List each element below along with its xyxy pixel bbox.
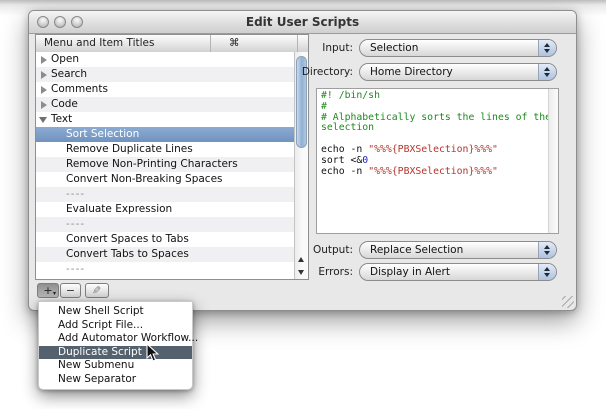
input-popup[interactable]: Selection	[359, 39, 557, 57]
add-script-menu: New Shell ScriptAdd Script File...Add Au…	[38, 301, 193, 390]
dropdown-caret-icon: ▾	[53, 291, 56, 297]
menu-item-add-automator-workflow[interactable]: Add Automator Workflow...	[39, 332, 192, 346]
list-row-label: Open	[51, 52, 79, 67]
errors-label: Errors:	[284, 263, 353, 281]
mouse-cursor-icon	[146, 343, 160, 363]
list-row-label: ----	[66, 217, 85, 232]
remove-script-button[interactable]: −	[60, 283, 81, 298]
list-row-label: Convert Non-Breaking Spaces	[66, 172, 223, 187]
menu-item-new-shell-script[interactable]: New Shell Script	[39, 305, 192, 319]
list-row[interactable]: Remove Duplicate Lines	[36, 142, 294, 157]
errors-popup-value: Display in Alert	[370, 264, 450, 280]
pencil-icon: ✎	[92, 284, 101, 297]
editor-scrollbar[interactable]	[548, 89, 558, 233]
input-label: Input:	[284, 39, 353, 57]
input-popup-value: Selection	[370, 40, 418, 56]
directory-popup-value: Home Directory	[370, 64, 453, 80]
errors-popup[interactable]: Display in Alert	[359, 263, 557, 281]
list-row[interactable]: Convert Spaces to Tabs	[36, 232, 294, 247]
list-row-label: Convert Spaces to Tabs	[66, 232, 189, 247]
popup-stepper-icon	[538, 40, 556, 56]
output-popup[interactable]: Replace Selection	[359, 241, 557, 259]
list-rows: OpenSearchCommentsCodeTextSort Selection…	[36, 52, 294, 279]
list-separator-row[interactable]: ----	[36, 262, 294, 277]
menu-item-duplicate-script[interactable]: Duplicate Script	[39, 346, 192, 360]
column-header-titles[interactable]: Menu and Item Titles	[36, 35, 211, 52]
list-row[interactable]: Convert Tabs to Spaces	[36, 247, 294, 262]
list-row[interactable]: Evaluate Expression	[36, 202, 294, 217]
popup-stepper-icon	[538, 242, 556, 258]
output-label: Output:	[284, 241, 353, 259]
edit-user-scripts-window: Edit User Scripts Menu and Item Titles ⌘…	[28, 10, 577, 311]
list-row[interactable]: Search	[36, 67, 294, 82]
menu-item-new-separator[interactable]: New Separator	[39, 373, 192, 387]
popup-stepper-icon	[538, 64, 556, 80]
disclosure-collapsed-icon[interactable]	[41, 101, 47, 109]
code-line: #! /bin/sh	[321, 91, 549, 102]
list-row[interactable]: Text	[36, 112, 294, 127]
popup-stepper-icon	[538, 264, 556, 280]
list-row-label: Comments	[51, 82, 108, 97]
minus-icon: −	[66, 284, 75, 297]
list-separator-row[interactable]: ----	[36, 217, 294, 232]
list-row[interactable]: Sort Selection	[36, 127, 294, 142]
list-row-label: Convert Tabs to Spaces	[66, 247, 189, 262]
disclosure-expanded-icon[interactable]	[39, 117, 47, 123]
menu-item-new-submenu[interactable]: New Submenu	[39, 359, 192, 373]
list-row-label: Sort Selection	[66, 127, 139, 142]
code-line: echo -n "%%%{PBXSelection}%%%"	[321, 167, 549, 178]
list-row[interactable]: Comments	[36, 82, 294, 97]
script-editor[interactable]: #! /bin/sh## Alphabetically sorts the li…	[316, 88, 559, 234]
titlebar[interactable]: Edit User Scripts	[29, 11, 576, 34]
output-popup-value: Replace Selection	[370, 242, 463, 258]
list-separator-row[interactable]: ----	[36, 187, 294, 202]
list-row[interactable]: Convert Non-Breaking Spaces	[36, 172, 294, 187]
disclosure-collapsed-icon[interactable]	[41, 56, 47, 64]
menu-item-add-script-file[interactable]: Add Script File...	[39, 319, 192, 333]
script-code[interactable]: #! /bin/sh## Alphabetically sorts the li…	[317, 89, 549, 233]
list-row[interactable]: Remove Non-Printing Characters	[36, 157, 294, 172]
list-row-label: Text	[51, 112, 72, 127]
edit-script-button[interactable]: ✎	[85, 283, 109, 298]
disclosure-collapsed-icon[interactable]	[41, 86, 47, 94]
resize-grip[interactable]	[562, 296, 574, 308]
list-row-label: Remove Duplicate Lines	[66, 142, 193, 157]
list-row-label: Code	[51, 97, 78, 112]
directory-popup[interactable]: Home Directory	[359, 63, 557, 81]
code-line: selection	[321, 123, 549, 134]
list-header: Menu and Item Titles ⌘	[36, 35, 308, 53]
list-row[interactable]: Code	[36, 97, 294, 112]
list-row-label: Search	[51, 67, 87, 82]
script-list: Menu and Item Titles ⌘ OpenSearchComment…	[35, 34, 309, 280]
list-row-label: ----	[66, 262, 85, 277]
disclosure-collapsed-icon[interactable]	[41, 71, 47, 79]
list-row[interactable]: Open	[36, 52, 294, 67]
list-row-label: Evaluate Expression	[66, 202, 172, 217]
list-row-label: Remove Non-Printing Characters	[66, 157, 238, 172]
directory-label: Directory:	[284, 63, 353, 81]
list-row-label: ----	[66, 187, 85, 202]
add-script-button[interactable]: +▾	[37, 283, 59, 298]
plus-icon: +	[43, 284, 52, 297]
window-title: Edit User Scripts	[29, 15, 576, 29]
